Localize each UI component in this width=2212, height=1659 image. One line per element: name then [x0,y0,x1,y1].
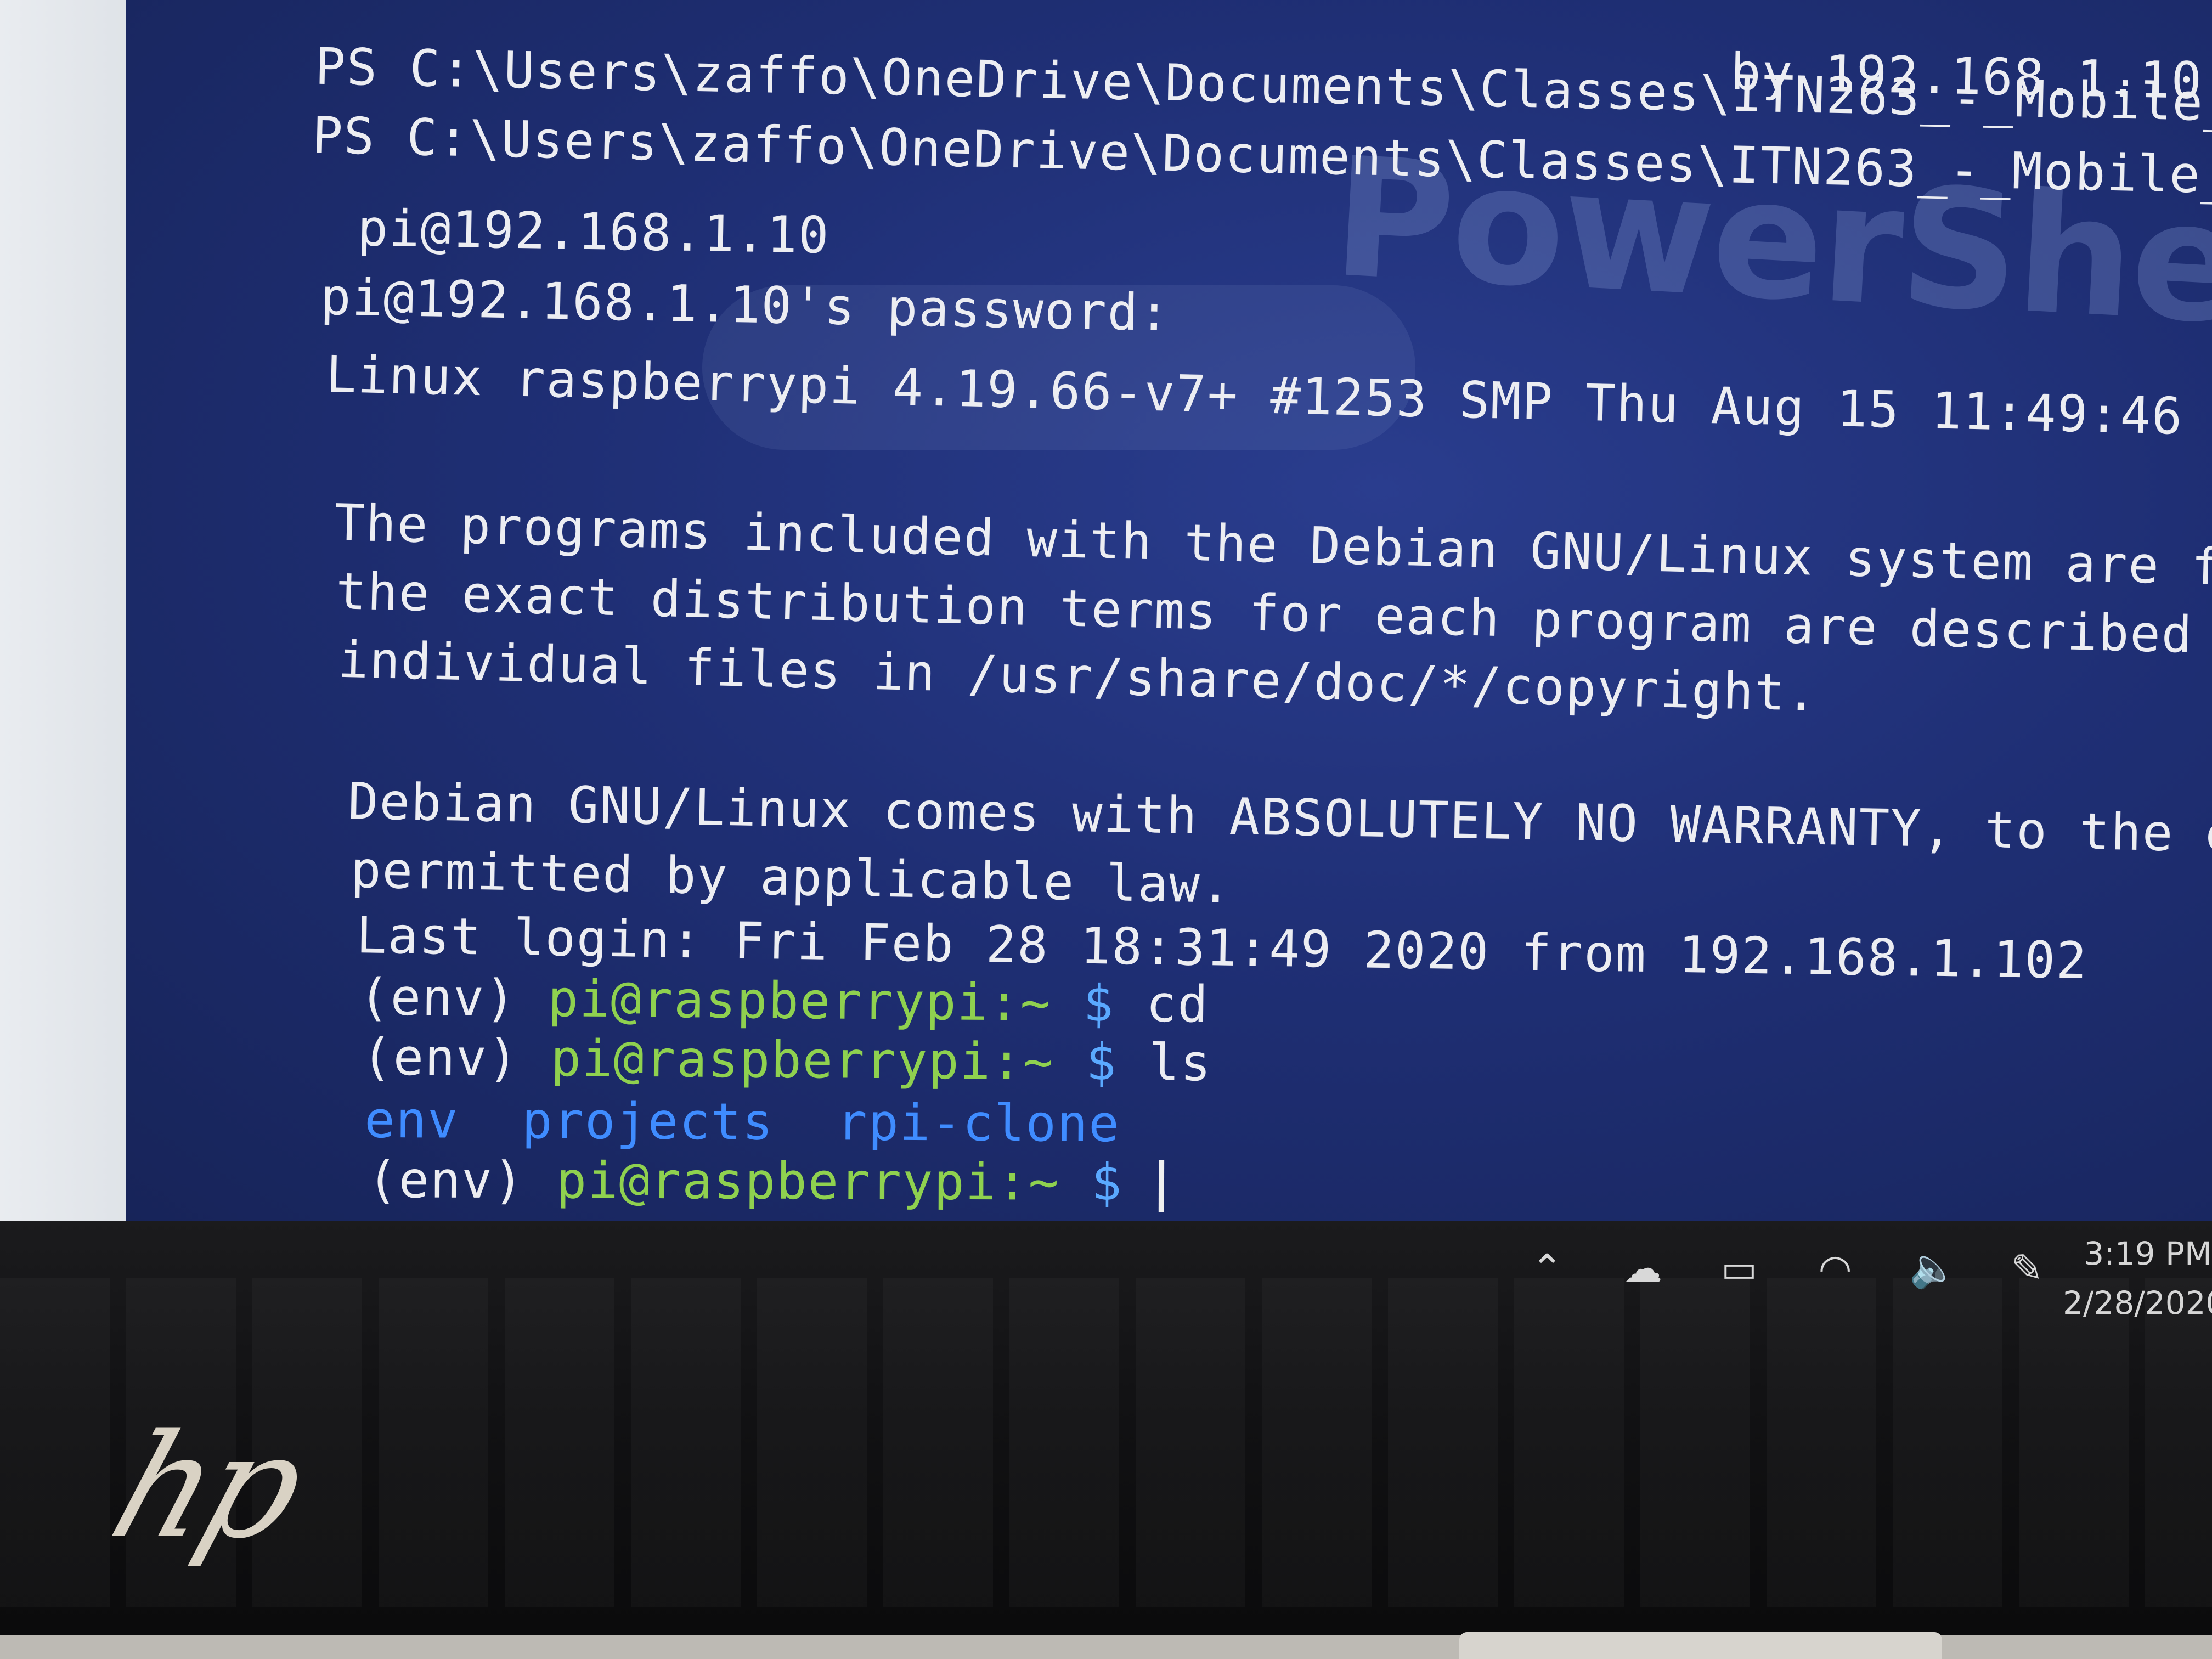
wifi-icon[interactable]: ◠ [1813,1246,1857,1291]
active-prompt-line[interactable]: (env) pi@raspberrypi:~ $ [178,1089,1165,1221]
keyboard-reflection [0,1278,2212,1607]
taskbar-clock[interactable]: 3:19 PM 2/28/2020 [2063,1229,2212,1328]
prompt-user-host: pi@raspberrypi:~ [556,1151,1060,1212]
command-text: ls [1148,1033,1212,1093]
powershell-terminal-window[interactable]: PowerShell PS C:\Users\zaffo\OneDrive\Do… [126,0,2212,1221]
clock-time: 3:19 PM [2084,1235,2212,1272]
text-cursor [1158,1160,1165,1212]
terminal-line-text: individual files in /usr/share/doc/*/cop… [337,630,1819,723]
hinge-tab [1459,1632,1942,1659]
terminal-line-text: Linux raspberrypi 4.19.66-v7+ #1253 SMP … [325,345,2184,446]
battery-icon[interactable]: ▭ [1717,1246,1761,1291]
onedrive-cloud-icon[interactable]: ☁ [1621,1246,1665,1291]
pen-icon[interactable]: ✎ [2005,1246,2049,1291]
chevron-up-icon[interactable]: ⌃ [1525,1246,1569,1291]
system-tray: ⌃ ☁ ▭ ◠ 🔈 ✎ [1525,1245,2049,1291]
terminal-output: PS C:\Users\zaffo\OneDrive\Documents\Cla… [126,0,2212,1221]
prompt-env: (env) [367,1150,556,1210]
volume-icon[interactable]: 🔈 [1909,1245,1957,1291]
prompt-dollar: $ [1059,1153,1155,1212]
clock-date: 2/28/2020 [2063,1284,2212,1322]
